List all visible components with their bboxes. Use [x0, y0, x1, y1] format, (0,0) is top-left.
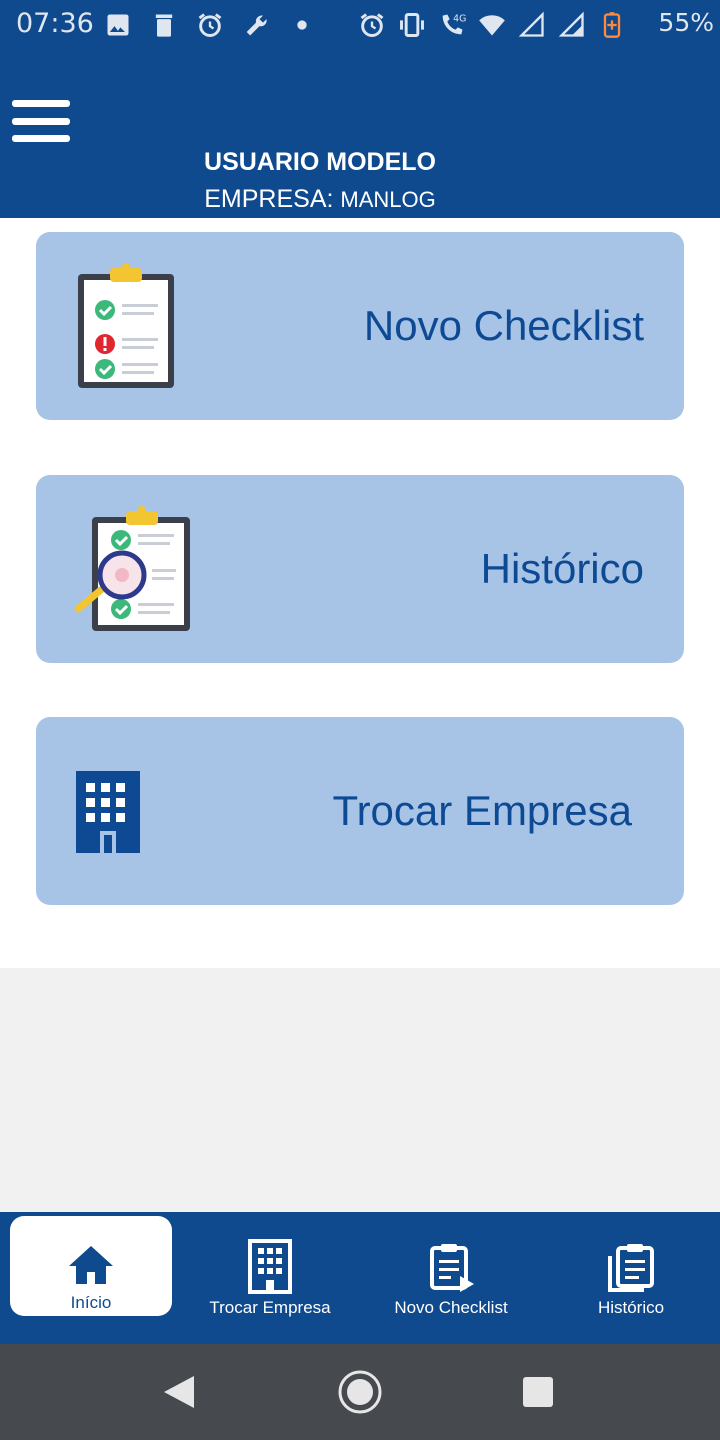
home-circle-icon[interactable]	[337, 1369, 383, 1415]
network-badge: 4G	[453, 14, 466, 25]
clipboard-play-icon	[428, 1242, 476, 1292]
nav-item-novo-checklist[interactable]: Novo Checklist	[370, 1212, 532, 1344]
nav-item-historico[interactable]: Histórico	[550, 1212, 712, 1344]
menu-button[interactable]	[12, 100, 70, 144]
menu-icon-bar	[12, 118, 70, 125]
vibrate-icon	[398, 11, 426, 39]
image-icon	[104, 11, 132, 39]
checklist-search-icon	[74, 505, 194, 635]
nav-label: Início	[70, 1293, 112, 1312]
nav-item-inicio[interactable]: Início	[10, 1216, 172, 1316]
user-name: USUARIO MODELO	[204, 148, 436, 176]
clipboard-stack-icon	[606, 1242, 656, 1294]
status-time: 07:36	[16, 8, 94, 39]
card-label: Histórico	[480, 545, 644, 592]
wifi-icon	[478, 11, 506, 39]
menu-icon-bar	[12, 100, 70, 107]
system-navigation-bar	[0, 1344, 720, 1440]
company-value: MANLOG	[340, 187, 436, 212]
alarm-icon	[358, 11, 386, 39]
wifi-call-icon: 4G	[438, 11, 466, 39]
signal-icon	[518, 11, 546, 39]
alarm-icon	[196, 11, 224, 39]
nav-label: Novo Checklist	[394, 1298, 508, 1317]
recents-icon[interactable]	[522, 1376, 554, 1408]
status-notification-icons	[104, 9, 316, 41]
card-label: Novo Checklist	[363, 302, 644, 349]
card-historico[interactable]: Histórico	[36, 475, 684, 663]
back-icon[interactable]	[162, 1374, 196, 1410]
trash-icon	[150, 11, 178, 39]
card-label: Trocar Empresa	[332, 787, 632, 834]
app-header: USUARIO MODELO EMPRESA: MANLOG	[0, 50, 720, 218]
company-line: EMPRESA: MANLOG	[0, 185, 640, 214]
dot-icon	[288, 11, 316, 39]
company-label: EMPRESA:	[204, 185, 334, 213]
main-content: Novo Checklist Histórico Trocar Empresa	[0, 218, 720, 968]
signal-icon	[558, 11, 586, 39]
wrench-icon	[242, 11, 270, 39]
building-outline-icon	[246, 1238, 294, 1294]
building-icon	[76, 767, 142, 853]
home-icon	[68, 1244, 114, 1284]
nav-label: Histórico	[597, 1298, 665, 1317]
card-novo-checklist[interactable]: Novo Checklist	[36, 232, 684, 420]
battery-percent: 55%	[658, 8, 714, 37]
bottom-navigation: Início Trocar Empresa Novo Checklist His…	[0, 1212, 720, 1344]
status-bar: 07:36 4G 55%	[0, 0, 720, 50]
nav-item-trocar-empresa[interactable]: Trocar Empresa	[190, 1212, 350, 1344]
empty-area	[0, 968, 720, 1212]
status-system-icons: 4G	[358, 9, 626, 41]
checklist-icon	[74, 262, 178, 392]
battery-charging-icon	[598, 11, 626, 39]
menu-icon-bar	[12, 135, 70, 142]
nav-label: Trocar Empresa	[209, 1298, 331, 1317]
card-trocar-empresa[interactable]: Trocar Empresa	[36, 717, 684, 905]
